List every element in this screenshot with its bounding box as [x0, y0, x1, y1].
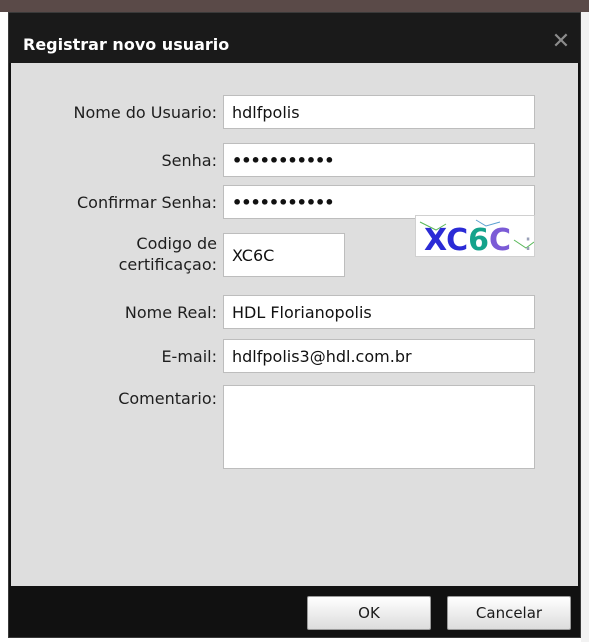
password-label: Senha: [161, 151, 217, 170]
username-label: Nome do Usuario: [73, 103, 218, 122]
confirm-password-label: Confirmar Senha: [76, 193, 217, 212]
username-input[interactable]: hdlfpolis [223, 95, 535, 129]
email-label: E-mail: [161, 347, 217, 366]
dialog-title: Registrar novo usuario [23, 35, 230, 54]
page-background-right [581, 12, 589, 642]
cert-code-label-line2: certificaçao: [118, 255, 217, 274]
confirm-password-input[interactable]: ••••••••••• [223, 185, 535, 219]
email-input[interactable]: hdlfpolis3@hdl.com.br [223, 339, 535, 373]
close-icon[interactable]: ✕ [550, 31, 572, 53]
cert-code-label: Codigo de certificaçao: [21, 233, 217, 275]
dialog-titlebar[interactable]: Registrar novo usuario ✕ [9, 13, 580, 63]
cancel-button[interactable]: Cancelar [447, 596, 571, 630]
cert-code-label-line1: Codigo de [136, 234, 217, 253]
ok-button[interactable]: OK [307, 596, 431, 630]
confirm-password-value: ••••••••••• [232, 192, 334, 212]
background-strip [0, 0, 589, 12]
comment-label: Comentario: [118, 389, 217, 408]
cert-code-value: XC6C [232, 245, 275, 265]
register-dialog: Registrar novo usuario ✕ Nome do Usuario… [8, 12, 581, 638]
cert-code-input[interactable]: XC6C [223, 233, 345, 277]
realname-label: Nome Real: [124, 303, 217, 322]
realname-input[interactable]: HDL Florianopolis [223, 295, 535, 329]
email-value: hdlfpolis3@hdl.com.br [232, 346, 412, 366]
svg-text::: : [524, 228, 532, 256]
comment-textarea[interactable] [223, 385, 535, 469]
password-input[interactable]: ••••••••••• [223, 143, 535, 177]
captcha-text: XC6C [424, 223, 511, 257]
form-area: Nome do Usuario: hdlfpolis Senha: ••••••… [11, 63, 578, 586]
password-value: ••••••••••• [232, 150, 334, 170]
captcha-graphic: XC6C : [419, 219, 534, 257]
realname-value: HDL Florianopolis [232, 302, 372, 322]
username-value: hdlfpolis [232, 102, 300, 122]
captcha-image: XC6C : [415, 215, 535, 257]
dialog-footer: OK Cancelar [11, 586, 578, 637]
